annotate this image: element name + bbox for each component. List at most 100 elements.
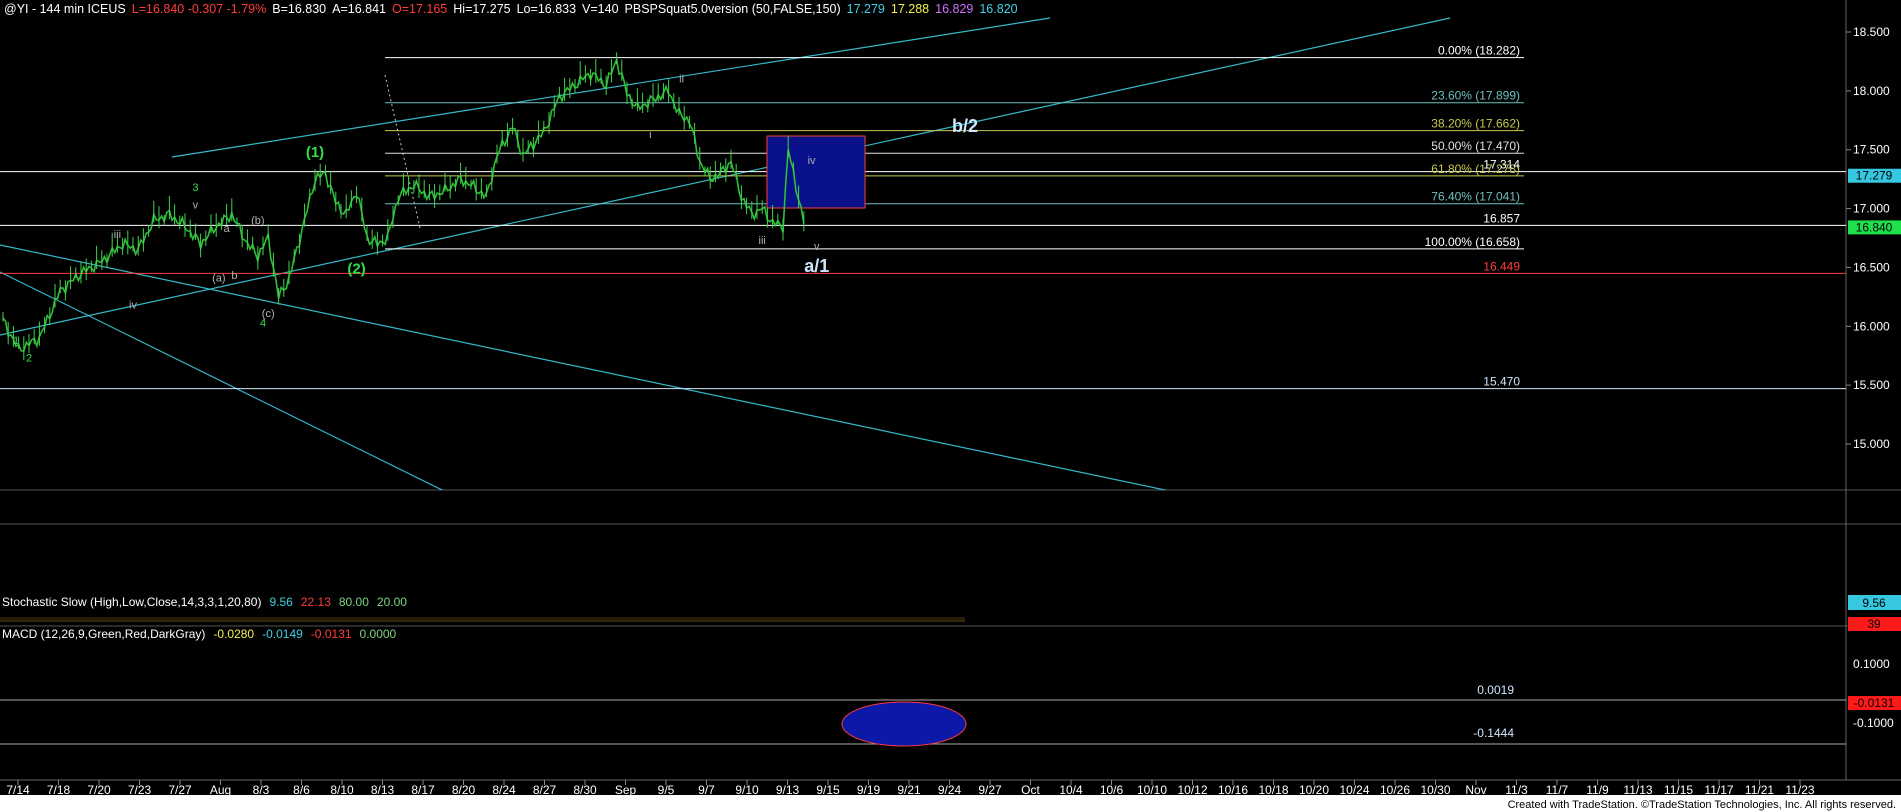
header-part: V=140 <box>582 2 619 16</box>
time-axis: 7/14 7/18 7/20 7/23 7/27 Aug 8/3 8/6 8/10 8/13 8/1… <box>6 780 1815 797</box>
time-tick-label: 11/17 <box>1704 783 1733 797</box>
wave-label: (1) <box>306 144 324 161</box>
macd-name: MACD (12,26,9,Green,Red,DarkGray) <box>2 627 205 641</box>
chart-canvas[interactable]: (1)(2)3421viiiiv(a) ba(b)(c)iiiiiiivva/1b… <box>0 0 1901 812</box>
time-tick-label: 10/30 <box>1420 783 1450 797</box>
price-tick-label: 15.000 <box>1853 437 1890 451</box>
time-tick-label: Nov <box>1465 783 1486 797</box>
macd-line <box>8 661 804 738</box>
level-label: 16.857 <box>1483 211 1520 225</box>
time-tick-label: 11/21 <box>1745 783 1774 797</box>
header-part: L=16.840 -0.307 -1.79% <box>132 2 266 16</box>
header-part: PBSPSquat5.0version (50,FALSE,150) <box>625 2 841 16</box>
time-tick-label: 9/27 <box>978 783 1002 797</box>
header-part: O=17.165 <box>392 2 447 16</box>
stochastic-value: 22.13 <box>301 595 331 609</box>
wave-label: v <box>814 241 820 253</box>
time-tick-label: 11/7 <box>1546 783 1569 797</box>
price-badge-label: 16.840 <box>1856 220 1893 234</box>
time-tick-label: 9/21 <box>897 783 921 797</box>
macd-signal-line <box>8 664 804 736</box>
time-tick-label: 10/18 <box>1258 783 1288 797</box>
divergence-ellipse <box>841 701 967 747</box>
fib-label: 76.40% (17.041) <box>1431 190 1520 204</box>
trend-line-fragment-1 <box>0 545 60 600</box>
stochastic-value: 9.56 <box>269 595 293 609</box>
fib-label: 100.00% (16.658) <box>1425 235 1520 249</box>
trend-line-fragment-2 <box>0 560 45 600</box>
time-tick-label: 7/27 <box>168 783 192 797</box>
macd-label: MACD (12,26,9,Green,Red,DarkGray) -0.0280… <box>2 627 397 641</box>
projection-dotted-line <box>384 74 421 229</box>
channel-lower-line <box>0 17 1451 336</box>
downtrend-line-steep <box>0 271 444 490</box>
price-tick-label: 17.000 <box>1853 202 1890 216</box>
header-part: @YI - 144 min ICEUS <box>4 2 126 16</box>
level-label: 15.470 <box>1483 375 1520 389</box>
wave-label: b <box>231 270 237 282</box>
time-tick-label: 9/24 <box>938 783 962 797</box>
time-tick-label: 9/15 <box>816 783 840 797</box>
channel-upper-line <box>171 17 1051 158</box>
price-series <box>2 52 805 360</box>
wave-label: (c) <box>262 308 275 320</box>
time-tick-label: 8/17 <box>411 783 435 797</box>
chart-header: @YI - 144 min ICEUS L=16.840 -0.307 -1.79… <box>4 2 1018 16</box>
time-tick-label: 10/26 <box>1380 783 1410 797</box>
time-tick-label: 8/24 <box>492 783 516 797</box>
fib-label: 23.60% (17.899) <box>1431 89 1520 103</box>
wave-label: a/1 <box>804 256 829 276</box>
macd-value: -0.0149 <box>262 627 303 641</box>
wave-label: v <box>193 200 199 212</box>
wave-label: a <box>224 223 231 235</box>
price-line <box>2 57 805 352</box>
time-tick-label: 10/10 <box>1137 783 1167 797</box>
time-tick-label: Sep <box>615 783 637 797</box>
time-tick-label: 10/24 <box>1339 783 1369 797</box>
macd-tick-label: -0.1000 <box>1853 716 1894 730</box>
wave-label: (a) <box>212 273 225 285</box>
fibonacci-levels <box>385 57 1524 250</box>
footer-credit: Created with TradeStation. ©TradeStation… <box>1508 799 1896 811</box>
wave-label: iv <box>129 300 137 312</box>
time-tick-label: 8/20 <box>452 783 476 797</box>
price-tick-label: 16.500 <box>1853 260 1890 274</box>
wave-label: 1 <box>13 335 19 347</box>
header-part: Hi=17.275 <box>453 2 510 16</box>
macd-panel <box>8 661 804 738</box>
time-tick-label: 10/20 <box>1299 783 1329 797</box>
wave-label: (b) <box>251 215 264 227</box>
time-tick-label: 8/10 <box>330 783 354 797</box>
header-part: 17.288 <box>891 2 929 16</box>
time-tick-label: Aug <box>210 783 231 797</box>
time-tick-label: 9/13 <box>776 783 800 797</box>
fib-label: 50.00% (17.470) <box>1431 139 1520 153</box>
time-tick-label: 10/6 <box>1100 783 1124 797</box>
downtrend-line-long <box>0 244 1168 490</box>
wave-label: iii <box>759 235 766 247</box>
header-part: 16.829 <box>935 2 973 16</box>
price-badge-label: 17.279 <box>1856 169 1893 183</box>
time-tick-label: 8/27 <box>533 783 557 797</box>
time-tick-label: 8/6 <box>293 783 310 797</box>
fib-label: 0.00% (18.282) <box>1438 44 1520 58</box>
stochastic-badge-value: 9.56 <box>1862 596 1886 610</box>
wave-labels: (1)(2)3421viiiiv(a) ba(b)(c)iiiiiiivva/1b… <box>13 74 978 365</box>
time-tick-label: 8/13 <box>371 783 395 797</box>
time-tick-label: 10/4 <box>1059 783 1083 797</box>
macd-tick-label: 0.1000 <box>1853 657 1890 671</box>
time-tick-label: 10/12 <box>1177 783 1207 797</box>
header-part: 16.820 <box>979 2 1017 16</box>
stochastic-band <box>0 617 965 622</box>
price-axis: 0.00% (18.282) 23.60% (17.899) 38.20% (17.… <box>1425 25 1890 451</box>
stochastic-value: 80.00 <box>339 595 369 609</box>
stochastic-name: Stochastic Slow (High,Low,Close,14,3,3,1… <box>2 595 261 609</box>
price-tick-label: 18.000 <box>1853 84 1890 98</box>
time-tick-label: 10/16 <box>1218 783 1248 797</box>
target-zone-box <box>766 135 866 209</box>
time-tick-label: 9/19 <box>857 783 881 797</box>
price-tick-label: 15.500 <box>1853 378 1890 392</box>
price-tick-label: 16.000 <box>1853 319 1890 333</box>
stochastic-value: 20.00 <box>377 595 407 609</box>
price-tick-label: 17.500 <box>1853 143 1890 157</box>
